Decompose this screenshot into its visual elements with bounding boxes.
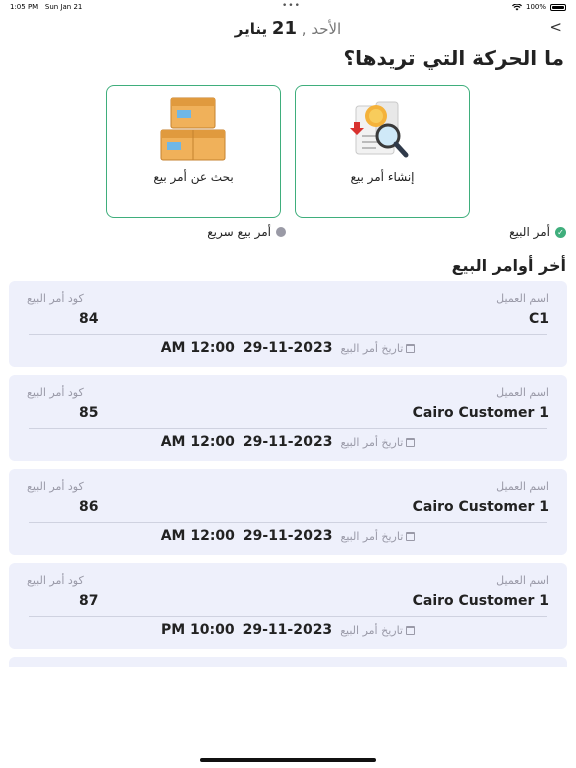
battery-percent: 100% (525, 3, 546, 11)
order-date: 29-11-2023 (242, 528, 333, 544)
customer-name: Cairo Customer 1 (412, 499, 549, 515)
multitask-dots-icon[interactable]: ••• (282, 1, 301, 11)
customer-name: Cairo Customer 1 (412, 405, 549, 421)
search-sale-order-label: بحث عن أمر بيع (153, 170, 234, 184)
order-card-partial[interactable] (9, 657, 567, 667)
order-card[interactable]: اسم العميل Cairo Customer 1 كود أمر البي… (9, 469, 567, 555)
order-code-label: كود أمر البيع (27, 386, 84, 399)
calendar-icon (406, 343, 416, 353)
option-sale-order-label: أمر البيع (509, 225, 550, 239)
order-date-label-wrap: تاريخ أمر البيع (340, 529, 416, 543)
create-sale-order-label: إنشاء أمر بيع (350, 170, 415, 184)
order-date-label: تاريخ أمر البيع (340, 529, 404, 543)
divider (29, 616, 547, 617)
boxes-icon (160, 97, 226, 161)
order-time: AM 12:00 (160, 528, 235, 544)
customer-label: اسم العميل (496, 574, 549, 587)
order-date-row: AM 12:00 29-11-2023 تاريخ أمر البيع (9, 340, 567, 356)
wifi-icon (511, 3, 522, 10)
option-quick-sale[interactable]: أمر بيع سريع (207, 225, 286, 239)
battery-icon (550, 3, 566, 11)
divider (29, 428, 547, 429)
order-date-label-wrap: تاريخ أمر البيع (340, 435, 416, 449)
header-separator: , (301, 20, 307, 38)
customer-name: C1 (528, 311, 549, 327)
order-code-label: كود أمر البيع (27, 574, 84, 587)
calendar-icon (406, 625, 415, 635)
calendar-icon (406, 437, 416, 447)
order-card[interactable]: اسم العميل Cairo Customer 1 كود أمر البي… (9, 375, 567, 461)
order-code-label: كود أمر البيع (27, 292, 84, 305)
order-time: AM 12:00 (160, 340, 235, 356)
order-date-label: تاريخ أمر البيع (340, 623, 403, 637)
header-day: الأحد (311, 20, 342, 38)
status-bar: 1:05 PM Sun Jan 21 ••• 100% (0, 0, 576, 14)
order-date: 29-11-2023 (242, 434, 333, 450)
customer-label: اسم العميل (496, 292, 549, 305)
search-sale-order-card[interactable]: بحث عن أمر بيع (106, 85, 281, 218)
order-time: PM 10:00 (160, 622, 235, 638)
order-date-label: تاريخ أمر البيع (340, 435, 404, 449)
order-code: 86 (79, 499, 99, 515)
order-date-row: AM 12:00 29-11-2023 تاريخ أمر البيع (9, 434, 567, 450)
header-date: الأحد , 21 يناير (0, 18, 576, 39)
radio-circle-icon (276, 227, 286, 237)
order-code-label: كود أمر البيع (27, 480, 84, 493)
option-quick-sale-label: أمر بيع سريع (207, 225, 271, 239)
orders-list: اسم العميل C1 كود أمر البيع 84 AM 12:00 … (9, 281, 567, 667)
calendar-icon (406, 531, 416, 541)
divider (29, 334, 547, 335)
create-document-icon (350, 101, 409, 158)
order-code: 84 (79, 311, 99, 327)
order-date-row: AM 12:00 29-11-2023 تاريخ أمر البيع (9, 528, 567, 544)
order-date-row: PM 10:00 29-11-2023 تاريخ أمر البيع (9, 622, 567, 638)
order-date: 29-11-2023 (242, 340, 333, 356)
customer-label: اسم العميل (496, 480, 549, 493)
order-date-label-wrap: تاريخ أمر البيع (340, 624, 415, 637)
order-time: AM 12:00 (160, 434, 235, 450)
create-sale-order-card[interactable]: إنشاء أمر بيع (295, 85, 470, 218)
order-date-label-wrap: تاريخ أمر البيع (340, 341, 416, 355)
page-title: ما الحركة التي تريدها؟ (343, 46, 564, 70)
status-right: 100% (511, 3, 566, 11)
status-time: 1:05 PM Sun Jan 21 (10, 3, 83, 11)
order-card[interactable]: اسم العميل Cairo Customer 1 كود أمر البي… (9, 563, 567, 649)
header-month: يناير (234, 20, 268, 38)
header-day-number: 21 (271, 18, 297, 39)
order-card[interactable]: اسم العميل C1 كود أمر البيع 84 AM 12:00 … (9, 281, 567, 367)
divider (29, 522, 547, 523)
option-sale-order[interactable]: ✓ أمر البيع (509, 225, 566, 239)
customer-name: Cairo Customer 1 (412, 593, 549, 609)
order-code: 85 (79, 405, 99, 421)
recent-orders-title: أخر أوامر البيع (451, 256, 566, 275)
order-date-label: تاريخ أمر البيع (340, 341, 404, 355)
home-indicator[interactable] (200, 758, 376, 762)
customer-label: اسم العميل (496, 386, 549, 399)
order-code: 87 (79, 593, 99, 609)
check-circle-icon: ✓ (555, 226, 566, 238)
order-date: 29-11-2023 (242, 622, 333, 638)
